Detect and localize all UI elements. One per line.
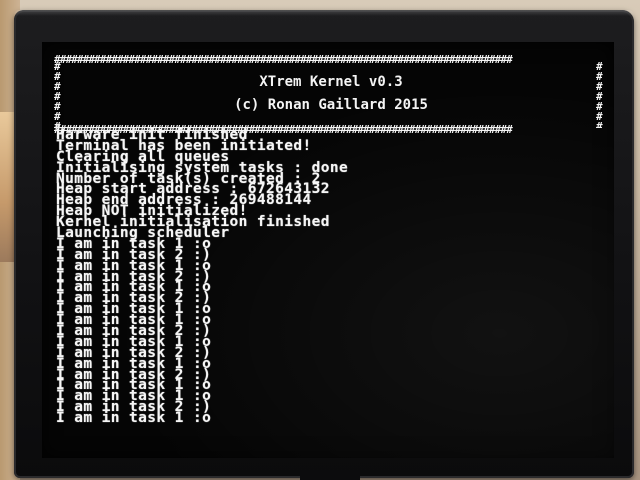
terminal-screen: ########################################… [42,42,614,458]
banner-border-top: ########################################… [54,54,513,66]
console-log: Harware init finished Terminal has been i… [56,128,596,427]
banner-border-left: # # # # # # # [54,62,61,128]
photo-scene: ########################################… [0,0,640,480]
monitor-stand [300,470,360,480]
kernel-title: XTrem Kernel v0.3 [259,74,403,90]
log-line: I am in task 1 :o [56,410,212,427]
bezel-highlight [14,10,634,16]
banner-border-right: # # # # # # # [596,62,603,128]
kernel-copyright: (c) Ronan Gaillard 2015 [234,97,428,113]
